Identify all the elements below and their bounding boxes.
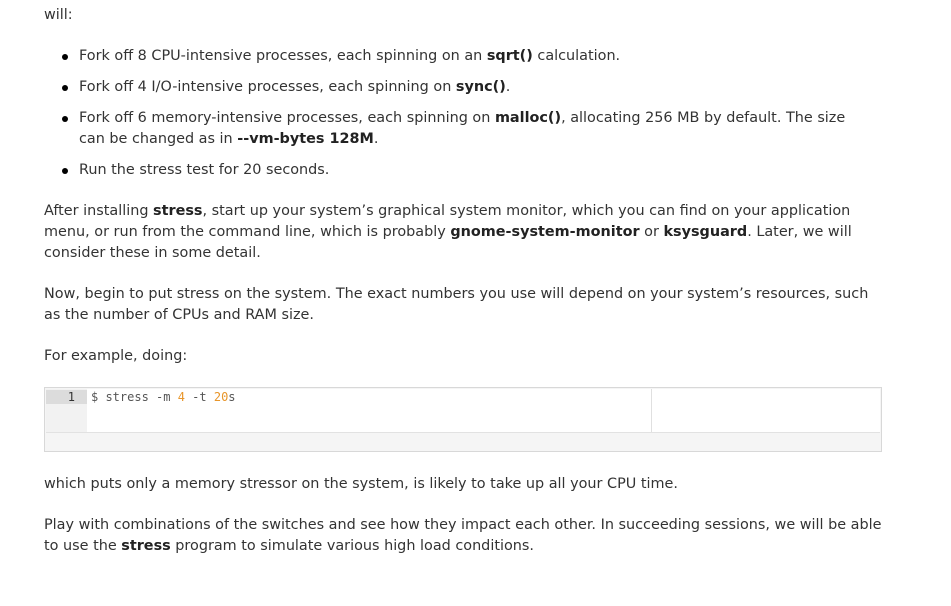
bullet-list: Fork off 8 CPU-intensive processes, each… <box>44 46 845 191</box>
item-text: . <box>373 131 379 147</box>
intro-text: will: <box>44 7 73 23</box>
paragraph-memory: which puts only a memory stressor on the… <box>44 476 678 492</box>
para-text: program to simulate various high load co… <box>170 538 534 554</box>
code-term: sqrt() <box>486 48 533 64</box>
code-term: stress <box>153 203 203 219</box>
paragraph-stress: Now, begin to put stress on the system. … <box>44 286 869 323</box>
list-item: Fork off 8 CPU-intensive processes, each… <box>44 46 844 67</box>
print-margin <box>651 389 652 432</box>
code-token: -t <box>184 390 214 404</box>
code-term: stress <box>121 538 171 554</box>
code-term: gnome-system-monitor <box>450 224 640 240</box>
para-text: or <box>639 224 664 240</box>
para-text: After installing <box>44 203 154 219</box>
item-text: Fork off 4 I/O-intensive processes, each… <box>79 79 456 95</box>
paragraph-example: For example, doing: <box>44 348 188 364</box>
list-item: Fork off 6 memory-intensive processes, e… <box>44 108 859 150</box>
code-term: malloc() <box>494 110 562 126</box>
item-text: . <box>505 79 511 95</box>
code-editor[interactable]: 1 $ stress -m 4 -t 20s <box>46 389 880 433</box>
paragraph-play: Play with combinations of the switches a… <box>44 515 889 557</box>
list-item: Run the stress test for 20 seconds. <box>44 160 844 181</box>
code-token: $ stress -m <box>91 390 178 404</box>
code-block: 1 $ stress -m 4 -t 20s <box>44 387 882 452</box>
code-term: ksysguard <box>663 224 748 240</box>
active-line-highlight <box>46 390 87 404</box>
code-line[interactable]: $ stress -m 4 -t 20s <box>91 389 236 405</box>
item-text: calculation. <box>532 48 621 64</box>
line-gutter: 1 <box>46 389 87 432</box>
code-number: 20 <box>213 390 229 404</box>
line-number: 1 <box>67 390 75 404</box>
code-term: sync() <box>455 79 506 95</box>
code-term: --vm-bytes 128M <box>237 131 374 147</box>
item-text: Fork off 6 memory-intensive processes, e… <box>79 110 495 126</box>
code-token: s <box>228 390 236 404</box>
item-text: Run the stress test for 20 seconds. <box>79 162 330 178</box>
item-text: Fork off 8 CPU-intensive processes, each… <box>79 48 487 64</box>
code-number: 4 <box>177 390 185 404</box>
paragraph-monitor: After installing stress, start up your s… <box>44 201 889 264</box>
list-item: Fork off 4 I/O-intensive processes, each… <box>44 77 844 98</box>
